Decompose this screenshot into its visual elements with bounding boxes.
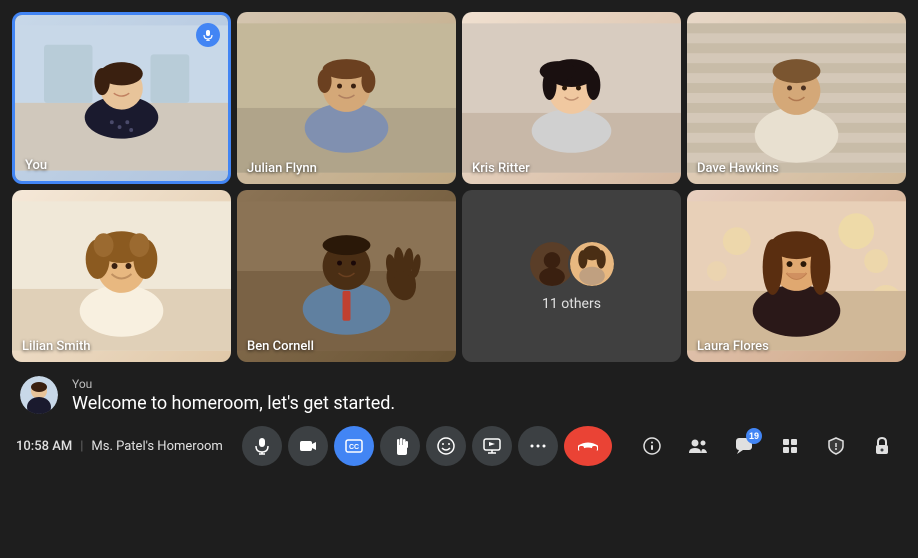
tile-kris[interactable]: Kris Ritter [462,12,681,184]
info-divider: | [80,439,83,454]
video-grid: You [0,0,918,370]
end-call-button[interactable] [564,426,612,466]
chat-content: You Welcome to homeroom, let's get start… [72,377,395,414]
chat-sender-name: You [72,377,395,391]
chat-button[interactable]: 19 [724,426,764,466]
chat-area: You Welcome to homeroom, let's get start… [0,370,918,418]
svg-text:CC: CC [349,444,359,451]
tile-label-ben: Ben Cornell [247,339,314,354]
tile-label-you: You [25,158,47,173]
meeting-info: 10:58 AM | Ms. Patel's Homeroom [16,439,223,454]
tile-label-dave: Dave Hawkins [697,161,779,176]
more-options-button[interactable] [518,426,558,466]
bottom-bar: 10:58 AM | Ms. Patel's Homeroom CC [0,418,918,474]
meeting-name: Ms. Patel's Homeroom [91,439,222,454]
chat-badge: 19 [746,428,762,444]
tile-you[interactable]: You [12,12,231,184]
tile-label-others: 11 others [542,296,601,312]
mic-button[interactable] [242,426,282,466]
tile-ben[interactable]: Ben Cornell [237,190,456,362]
chat-message-text: Welcome to homeroom, let's get started. [72,393,395,414]
tile-dave[interactable]: Dave Hawkins [687,12,906,184]
lock-button[interactable] [862,426,902,466]
safety-button[interactable] [816,426,856,466]
people-button[interactable] [678,426,718,466]
controls-right: 19 [632,426,902,466]
others-avatars [528,240,616,288]
tile-label-kris: Kris Ritter [472,161,530,176]
tile-label-lilian: Lilian Smith [22,339,91,354]
camera-button[interactable] [288,426,328,466]
activities-button[interactable] [770,426,810,466]
controls-center: CC [242,426,612,466]
mic-active-badge [196,23,220,47]
tile-julian[interactable]: Julian Flynn [237,12,456,184]
tile-label-julian: Julian Flynn [247,161,317,176]
meeting-time: 10:58 AM [16,439,72,454]
tile-others[interactable]: 11 others [462,190,681,362]
emoji-button[interactable] [426,426,466,466]
tile-laura[interactable]: Laura Flores [687,190,906,362]
present-button[interactable] [472,426,512,466]
tile-label-laura: Laura Flores [697,339,769,354]
tile-lilian[interactable]: Lilian Smith [12,190,231,362]
captions-button[interactable]: CC [334,426,374,466]
info-button[interactable] [632,426,672,466]
raise-hand-button[interactable] [380,426,420,466]
chat-sender-avatar [20,376,58,414]
